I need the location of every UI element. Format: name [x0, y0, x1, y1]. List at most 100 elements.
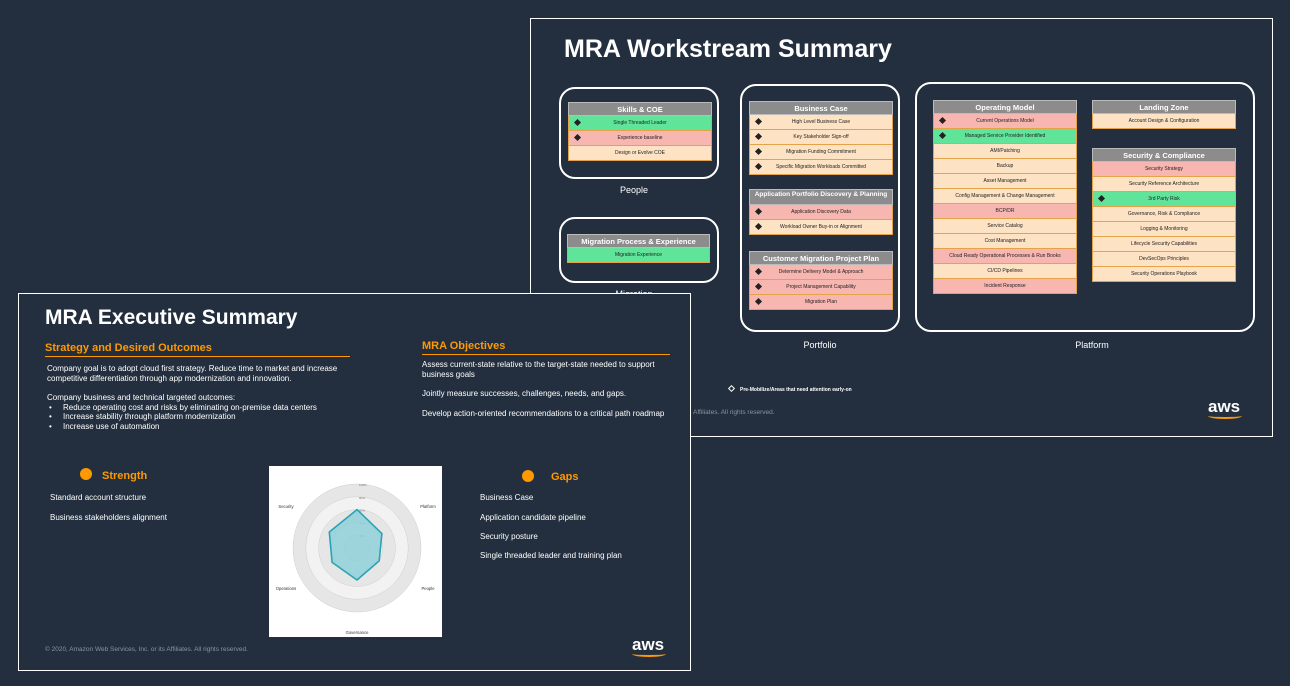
- diamond-icon: [754, 222, 763, 231]
- workstream-item-label: Incident Response: [984, 283, 1026, 289]
- gap-item: Single threaded leader and training plan: [480, 551, 622, 560]
- workstream-item-label: Governance, Risk & Compliance: [1127, 211, 1201, 217]
- migration-process-panel: Migration Process & Experience Migration …: [567, 234, 710, 263]
- workstream-item: Experience baseline: [568, 131, 712, 146]
- security-compliance-panel: Security & Compliance Security Strategy Se…: [1092, 148, 1236, 282]
- workstream-item-label: Application Discovery Data: [791, 209, 851, 215]
- gap-item: Application candidate pipeline: [480, 513, 586, 522]
- objectives-heading: MRA Objectives: [422, 340, 506, 352]
- workstream-item: Security Operations Playbook: [1092, 267, 1236, 282]
- workstream-item-label: Project Management Capability: [786, 284, 856, 290]
- workstream-item-label: Single Threaded Leader: [613, 120, 667, 126]
- strategy-underline: [45, 356, 350, 357]
- workstream-item-label: Managed Service Provider Identified: [964, 133, 1046, 139]
- workstream-item-label: Security Reference Architecture: [1128, 181, 1200, 187]
- workstream-item: Security Reference Architecture: [1092, 177, 1236, 192]
- workstream-item-label: Config Management & Change Management: [955, 193, 1055, 199]
- objective-item: Develop action-oriented recommendations …: [422, 409, 665, 418]
- aws-logo: aws: [632, 635, 666, 657]
- workstream-item: Account Design & Configuration: [1092, 114, 1236, 129]
- radar-tick-label: 80%: [359, 496, 365, 500]
- gap-item: Security posture: [480, 532, 538, 541]
- objective-item: Jointly measure successes, challenges, n…: [422, 389, 627, 398]
- radar-chart: 20%40%60%80%100%BusinessPlatformPeopleGo…: [269, 462, 442, 637]
- diamond-icon: [754, 297, 763, 306]
- workstream-item: Cloud Ready Operational Processes & Run …: [933, 249, 1077, 264]
- workstream-item-label: High Level Business Case: [791, 119, 851, 125]
- radar-category-label: Governance: [346, 630, 369, 635]
- workstream-item: BCP/DR: [933, 204, 1077, 219]
- gap-item: Business Case: [480, 493, 534, 502]
- radar-category-label: People: [421, 586, 435, 591]
- radar-category-label: Security: [278, 504, 294, 509]
- workstream-item: Service Catalog: [933, 219, 1077, 234]
- workstream-item: Backup: [933, 159, 1077, 174]
- panel-header: Migration Process & Experience: [567, 234, 710, 248]
- workstream-item-label: Design or Evolve COE: [614, 150, 666, 156]
- workstream-item: Determine Delivery Model & Approach: [749, 265, 893, 280]
- diamond-icon: [754, 117, 763, 126]
- radar-category-label: Operations: [276, 586, 296, 591]
- operating-model-panel: Operating Model Current Operations Model M…: [933, 100, 1077, 294]
- diamond-icon: [754, 267, 763, 276]
- outcomes-block: Company business and technical targeted …: [47, 393, 367, 431]
- workstream-item: Logging & Monitoring: [1092, 222, 1236, 237]
- panel-header: Application Portfolio Discovery & Planni…: [749, 189, 893, 205]
- workstream-item-label: Logging & Monitoring: [1140, 226, 1188, 232]
- radar-category-label: Business: [349, 466, 366, 467]
- workstream-item: Managed Service Provider Identified: [933, 129, 1077, 144]
- workstream-item-label: CI/CD Pipelines: [987, 268, 1023, 274]
- workstream-item: Config Management & Change Management: [933, 189, 1077, 204]
- gaps-heading: Gaps: [551, 471, 579, 483]
- strategy-goal: Company goal is to adopt cloud first str…: [47, 364, 338, 383]
- workstream-item: Asset Management: [933, 174, 1077, 189]
- strength-item: Standard account structure: [50, 493, 147, 502]
- radar-svg: 20%40%60%80%100%BusinessPlatformPeopleGo…: [276, 462, 437, 635]
- diamond-icon: [727, 384, 736, 393]
- radar-category-label: Platform: [420, 504, 436, 509]
- workstream-item-label: Cost Management: [984, 238, 1026, 244]
- diamond-icon: [1097, 194, 1106, 203]
- workstream-item-label: 3rd Party Risk: [1148, 196, 1180, 202]
- workstream-item-label: Workload Owner Buy-in or Alignment: [780, 224, 862, 230]
- panel-header: Security & Compliance: [1092, 148, 1236, 162]
- workstream-item-label: Cloud Ready Operational Processes & Run …: [949, 253, 1061, 259]
- workstream-item-label: Determine Delivery Model & Approach: [778, 269, 864, 275]
- diamond-icon: [573, 118, 582, 127]
- strength-icon: [80, 468, 92, 480]
- workstream-copyright: Affiliates. All rights reserved.: [693, 409, 775, 416]
- outcomes-intro: Company business and technical targeted …: [47, 393, 236, 402]
- workstream-item: Current Operations Model: [933, 114, 1077, 129]
- diamond-icon: [754, 282, 763, 291]
- diamond-icon: [938, 131, 947, 140]
- workstream-item: Project Management Capability: [749, 280, 893, 295]
- workstream-item-label: Experience baseline: [617, 135, 663, 141]
- strength-item: Business stakeholders alignment: [50, 513, 167, 522]
- panel-header: Skills & COE: [568, 102, 712, 116]
- diamond-icon: [754, 207, 763, 216]
- strategy-heading: Strategy and Desired Outcomes: [45, 342, 212, 354]
- workstream-item-label: Migration Plan: [805, 299, 837, 305]
- workstream-item: Cost Management: [933, 234, 1077, 249]
- workstream-item: Security Strategy: [1092, 162, 1236, 177]
- workstream-item-label: Lifecycle Security Capabilities: [1130, 241, 1198, 247]
- workstream-item: Workload Owner Buy-in or Alignment: [749, 220, 893, 235]
- workstream-item-label: Asset Management: [983, 178, 1027, 184]
- legend-text: Pre-Mobilize/Areas that need attention e…: [740, 387, 852, 393]
- business-case-panel: Business Case High Level Business Case Key…: [749, 101, 893, 175]
- workstream-item: Design or Evolve COE: [568, 146, 712, 161]
- gaps-icon: [522, 470, 534, 482]
- workstream-item-label: Current Operations Model: [976, 118, 1034, 124]
- workstream-item: 3rd Party Risk: [1092, 192, 1236, 207]
- workstream-item: Migration Plan: [749, 295, 893, 310]
- landing-zone-panel: Landing Zone Account Design & Configurati…: [1092, 100, 1236, 129]
- executive-slide[interactable]: MRA Executive Summary Strategy and Desir…: [18, 293, 691, 671]
- executive-copyright: © 2020, Amazon Web Services, Inc. or its…: [45, 646, 248, 653]
- workstream-item: Governance, Risk & Compliance: [1092, 207, 1236, 222]
- outcome-item: Increase stability through platform mode…: [47, 412, 367, 422]
- workstream-item-label: Account Design & Configuration: [1128, 118, 1200, 124]
- workstream-item: High Level Business Case: [749, 115, 893, 130]
- workstream-item: Key Stakeholder Sign-off: [749, 130, 893, 145]
- workstream-item: Lifecycle Security Capabilities: [1092, 237, 1236, 252]
- portfolio-label: Portfolio: [803, 340, 837, 350]
